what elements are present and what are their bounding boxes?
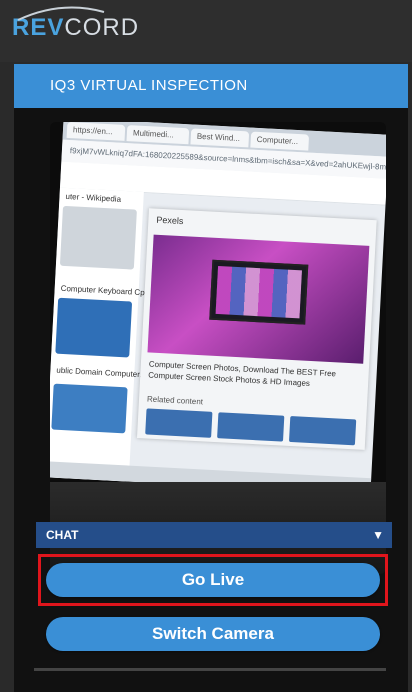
chat-toggle[interactable]: CHAT ▼ [36, 522, 392, 548]
result-thumbnail [59, 205, 137, 270]
related-label: Related content [146, 394, 204, 407]
image-results-column: uter - Wikipedia Computer Keyboard Cpu -… [50, 187, 167, 482]
related-thumbnails [145, 408, 357, 446]
switch-camera-button[interactable]: Switch Camera [46, 617, 380, 651]
video-feed: https://en... Multimedi... Best Wind... … [50, 122, 386, 574]
revcord-logo: REVCORD [12, 6, 139, 54]
result-label: ublic Domain Computer... [56, 365, 147, 380]
browser-tab: https://en... [66, 122, 126, 141]
result-heading: uter - Wikipedia [65, 191, 122, 204]
inspection-panel: IQ3 VIRTUAL INSPECTION https://en... Mul… [14, 64, 408, 692]
browser-tab: Best Wind... [190, 128, 250, 148]
divider [34, 668, 386, 671]
go-live-button[interactable]: Go Live [46, 563, 380, 597]
browser-tab: Multimedi... [126, 125, 190, 145]
result-thumbnail [55, 297, 133, 358]
card-source: Pexels [156, 214, 184, 227]
app-header: REVCORD [0, 0, 412, 62]
monitor-picture [209, 259, 309, 325]
preview-image [147, 234, 370, 364]
chat-label: CHAT [46, 528, 79, 542]
camera-preview[interactable]: https://en... Multimedi... Best Wind... … [50, 122, 386, 574]
logo-arc-icon [17, 6, 105, 21]
image-preview-card: Pexels Computer Screen Photos, Download … [136, 208, 377, 450]
result-thumbnail [51, 383, 128, 434]
card-caption: Computer Screen Photos, Download The BES… [148, 359, 337, 388]
panel-title: IQ3 VIRTUAL INSPECTION [14, 64, 408, 108]
chevron-down-icon: ▼ [372, 528, 384, 542]
browser-tab: Computer... [250, 131, 310, 151]
captured-monitor-screen: https://en... Multimedi... Best Wind... … [50, 122, 386, 495]
